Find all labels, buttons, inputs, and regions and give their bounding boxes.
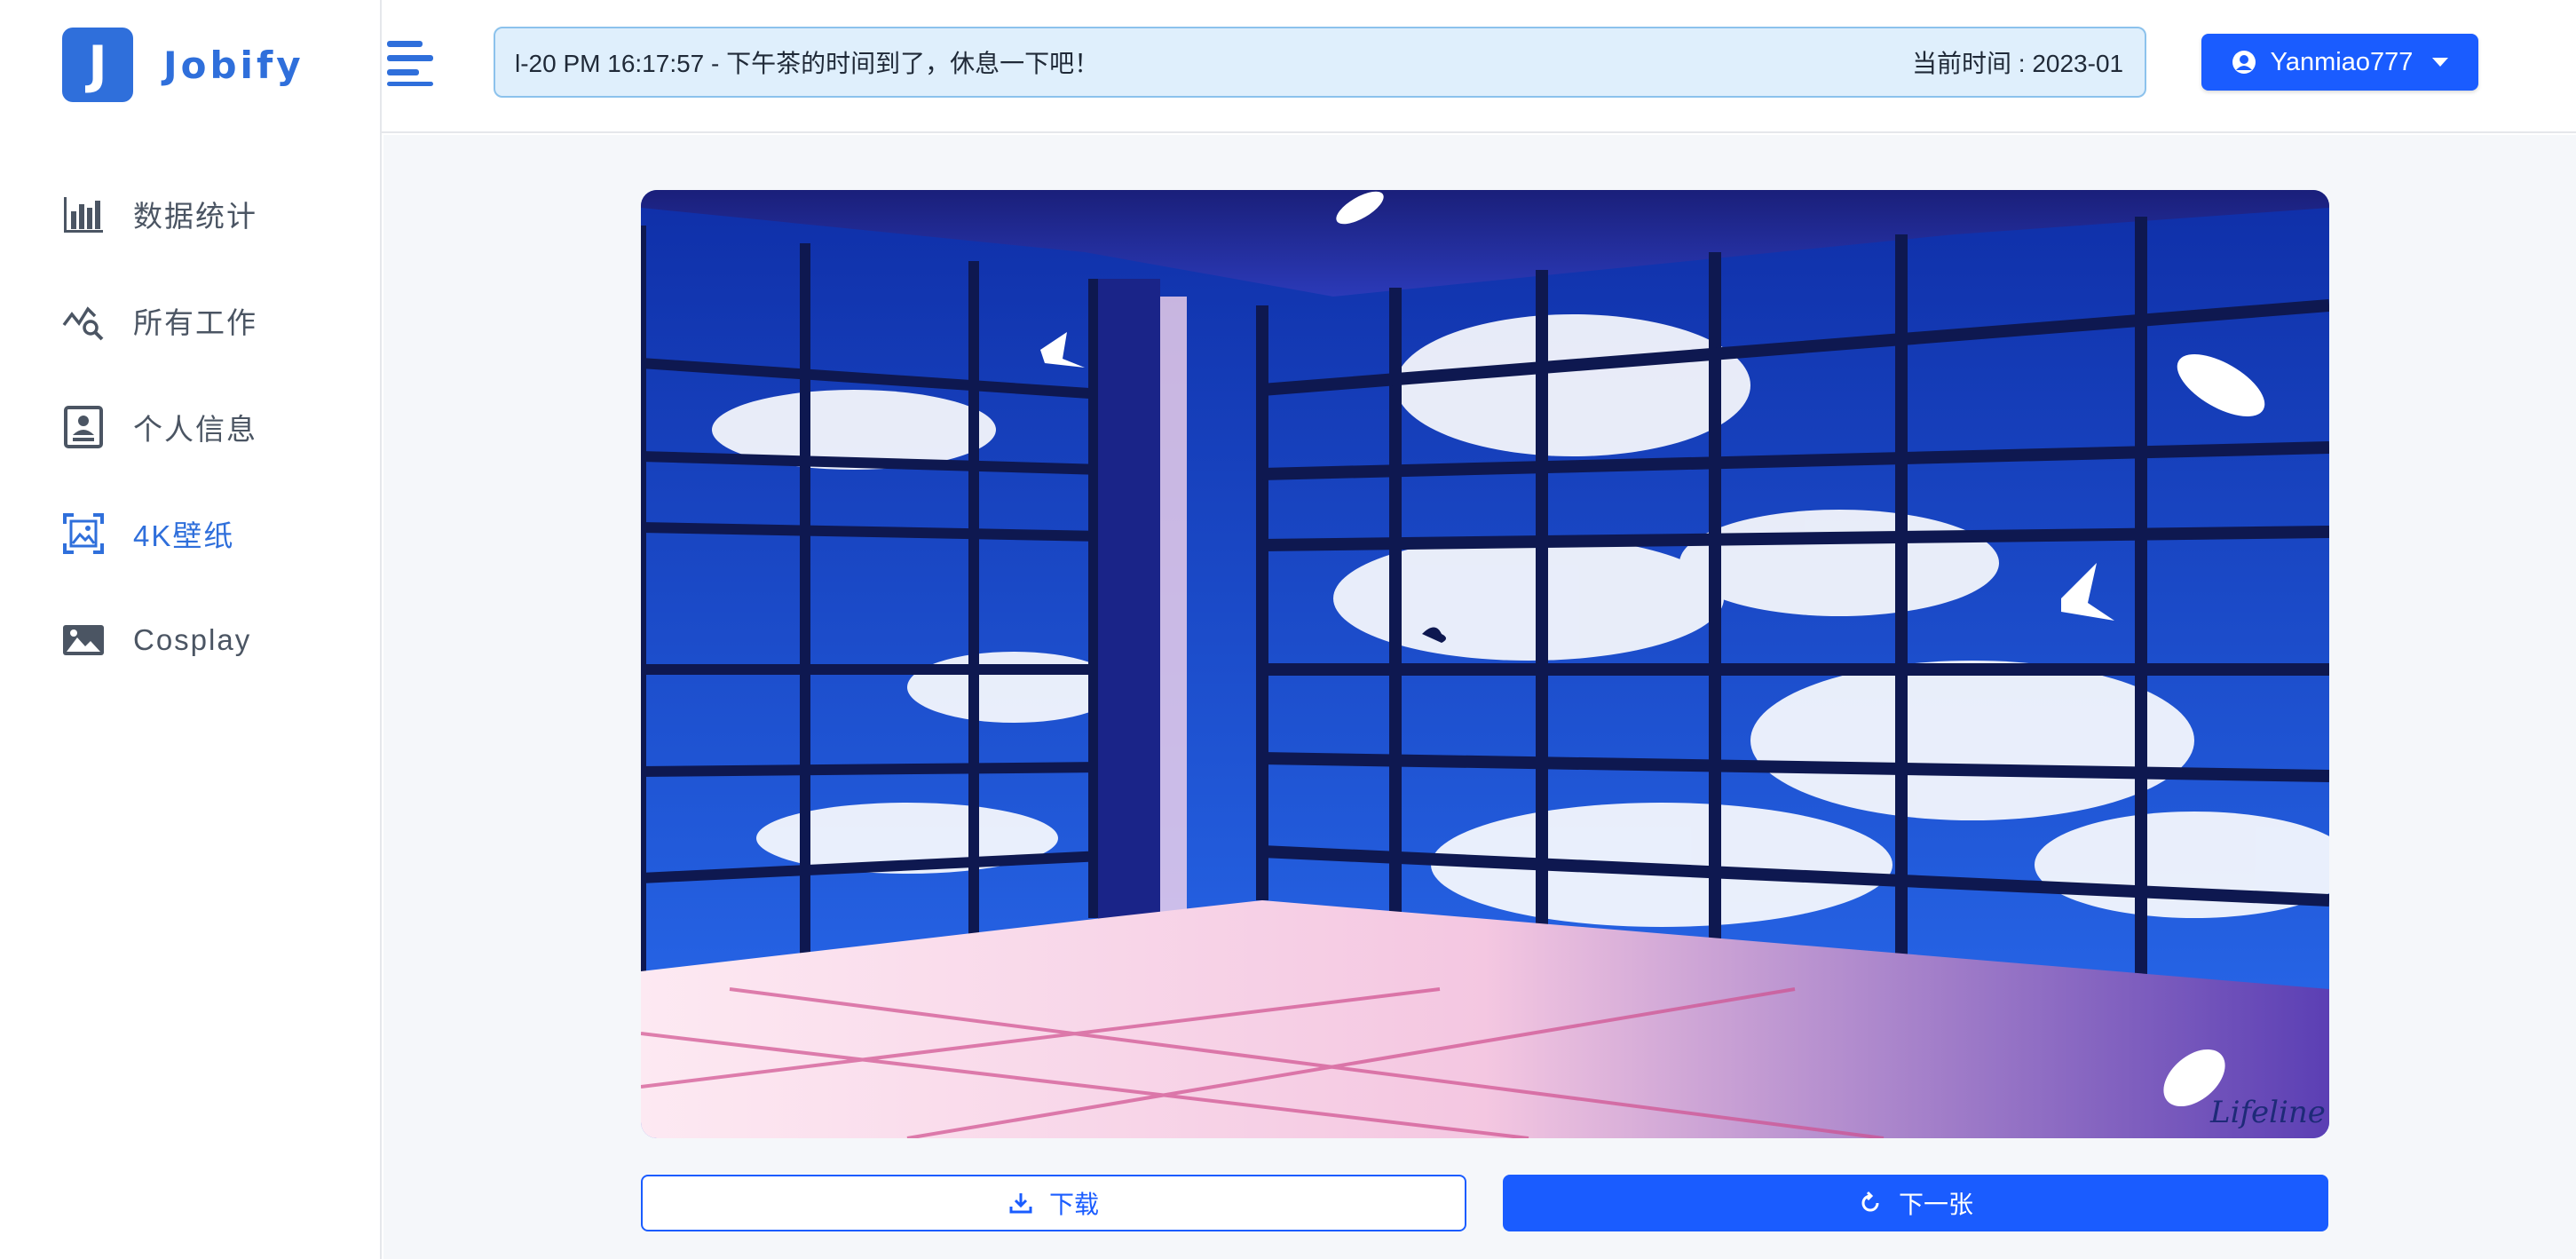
sidebar-item-cosplay[interactable]: Cosplay bbox=[60, 612, 251, 669]
sidebar: J Jobify 数据统计 所有工作 个人信息 4K壁纸 Cosplay bbox=[0, 0, 382, 1259]
user-circle-icon bbox=[2232, 51, 2256, 74]
sidebar-item-label: 数据统计 bbox=[133, 200, 257, 233]
next-label: 下一张 bbox=[1898, 1191, 1973, 1218]
download-label: 下载 bbox=[1048, 1191, 1099, 1218]
download-icon bbox=[1009, 1193, 1032, 1214]
sidebar-item-label: 个人信息 bbox=[133, 413, 257, 446]
sidebar-item-wallpaper[interactable]: 4K壁纸 bbox=[60, 505, 234, 562]
logo[interactable]: J Jobify bbox=[62, 28, 304, 102]
bar-chart-icon bbox=[60, 191, 107, 237]
download-button[interactable]: 下载 bbox=[641, 1175, 1466, 1231]
photo-icon bbox=[60, 617, 107, 663]
user-menu-button[interactable]: Yanmiao777 bbox=[2201, 34, 2478, 91]
ticker-message: l-20 PM 16:17:57 - 下午茶的时间到了，休息一下吧！ bbox=[515, 50, 1100, 77]
chart-search-icon bbox=[60, 297, 107, 344]
chevron-down-icon bbox=[2432, 58, 2449, 67]
sidebar-item-jobs[interactable]: 所有工作 bbox=[60, 292, 257, 349]
wallpaper-image: Lifeline bbox=[641, 190, 2329, 1138]
ticker-current-time: 当前时间 : 2023-01 bbox=[1912, 50, 2124, 77]
announcement-ticker: l-20 PM 16:17:57 - 下午茶的时间到了，休息一下吧！ 当前时间 … bbox=[494, 27, 2146, 98]
menu-align-left-icon[interactable] bbox=[383, 37, 437, 86]
user-name: Yanmiao777 bbox=[2270, 47, 2414, 76]
logo-mark: J bbox=[62, 28, 133, 102]
image-frame-icon bbox=[60, 511, 107, 557]
next-button[interactable]: 下一张 bbox=[1503, 1175, 2328, 1231]
sidebar-item-label: Cosplay bbox=[133, 623, 252, 656]
refresh-icon bbox=[1861, 1191, 1879, 1212]
profile-card-icon bbox=[60, 404, 107, 450]
sidebar-item-stats[interactable]: 数据统计 bbox=[60, 186, 257, 242]
app-name: Jobify bbox=[163, 43, 304, 87]
wallpaper-signature: Lifeline bbox=[2209, 1095, 2326, 1130]
sidebar-item-label: 4K壁纸 bbox=[133, 519, 235, 552]
sidebar-item-profile[interactable]: 个人信息 bbox=[60, 399, 257, 455]
sidebar-item-label: 所有工作 bbox=[133, 306, 257, 339]
